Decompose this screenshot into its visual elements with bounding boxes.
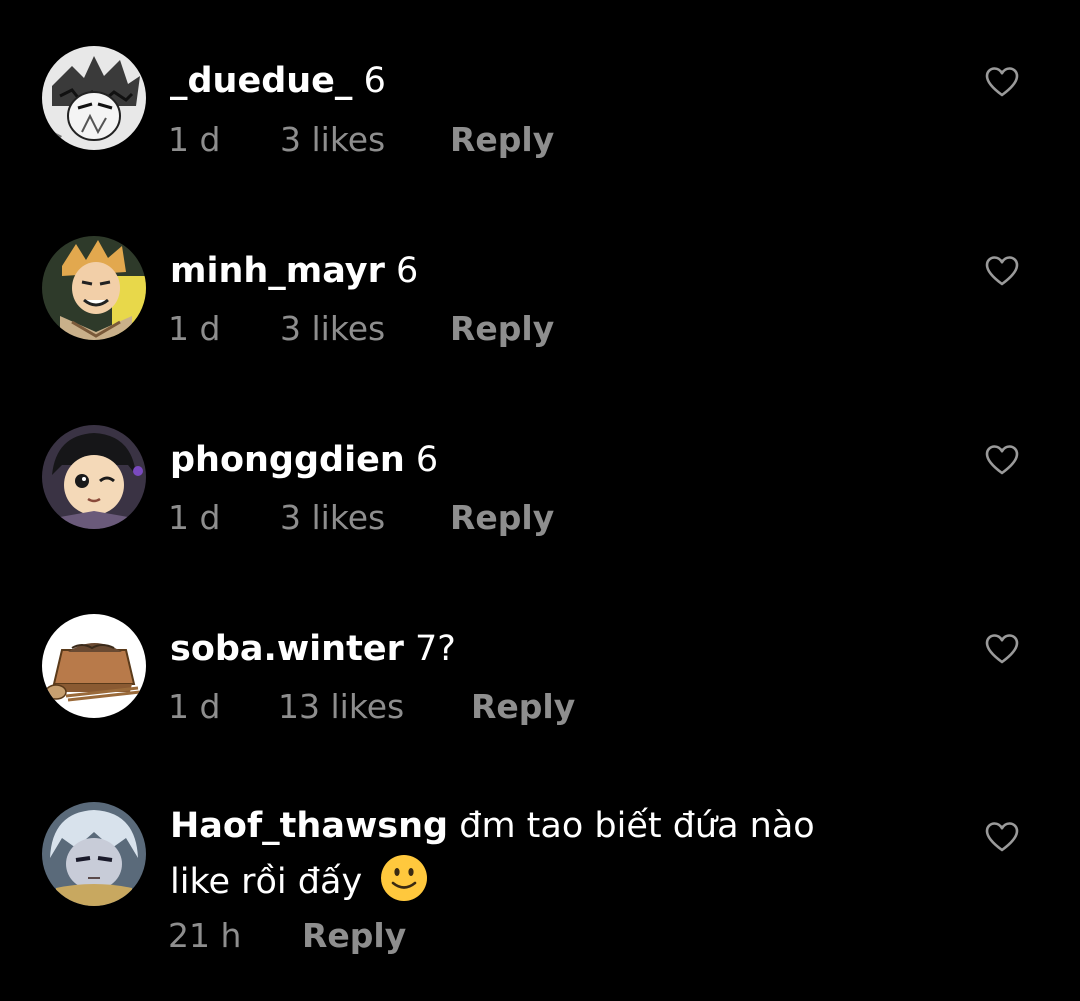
comment-time: 21 h bbox=[168, 916, 242, 955]
comment-likes-count[interactable]: 3 likes bbox=[280, 116, 385, 164]
heart-outline-icon[interactable] bbox=[985, 66, 1019, 98]
manga-character-avatar-icon[interactable] bbox=[42, 46, 146, 150]
reply-button[interactable]: Reply bbox=[471, 683, 575, 731]
comment-likes-count[interactable]: 3 likes bbox=[280, 305, 385, 353]
comment-time: 1 d bbox=[168, 498, 221, 537]
comment-time: 1 d bbox=[168, 309, 221, 348]
anime-blond-character-avatar-icon[interactable] bbox=[42, 236, 146, 340]
heart-outline-icon[interactable] bbox=[985, 821, 1019, 853]
heart-outline-icon[interactable] bbox=[985, 255, 1019, 287]
heart-outline-icon[interactable] bbox=[985, 444, 1019, 476]
comment-likes-count[interactable]: 3 likes bbox=[280, 494, 385, 542]
anime-winking-character-avatar-icon[interactable] bbox=[42, 425, 146, 529]
reply-button[interactable]: Reply bbox=[302, 912, 406, 960]
comment-username[interactable]: phonggdien bbox=[170, 440, 405, 480]
slightly-smiling-face-icon bbox=[379, 853, 429, 903]
comment-username[interactable]: minh_mayr bbox=[170, 251, 385, 291]
comment-text: 6 bbox=[396, 251, 419, 291]
comment-time: 1 d bbox=[168, 687, 221, 726]
soba-noodles-avatar-icon[interactable] bbox=[42, 614, 146, 718]
comment-time: 1 d bbox=[168, 120, 221, 159]
anime-white-haired-character-avatar-icon[interactable] bbox=[42, 802, 146, 906]
comment-username[interactable]: soba.winter bbox=[170, 629, 404, 669]
reply-button[interactable]: Reply bbox=[450, 305, 554, 353]
comment-likes-count[interactable]: 13 likes bbox=[278, 683, 404, 731]
comment-username[interactable]: _duedue_ bbox=[170, 61, 352, 101]
reply-button[interactable]: Reply bbox=[450, 116, 554, 164]
comment-text-line-2: like rồi đấy bbox=[170, 862, 363, 902]
heart-outline-icon[interactable] bbox=[985, 633, 1019, 665]
comment-text: 6 bbox=[363, 61, 386, 101]
reply-button[interactable]: Reply bbox=[450, 494, 554, 542]
comment-text: 7? bbox=[414, 629, 456, 669]
comment-text-line-1: đm tao biết đứa nào bbox=[459, 806, 815, 846]
comment-text: 6 bbox=[415, 440, 439, 480]
comment-username[interactable]: Haof_thawsng bbox=[170, 806, 448, 846]
